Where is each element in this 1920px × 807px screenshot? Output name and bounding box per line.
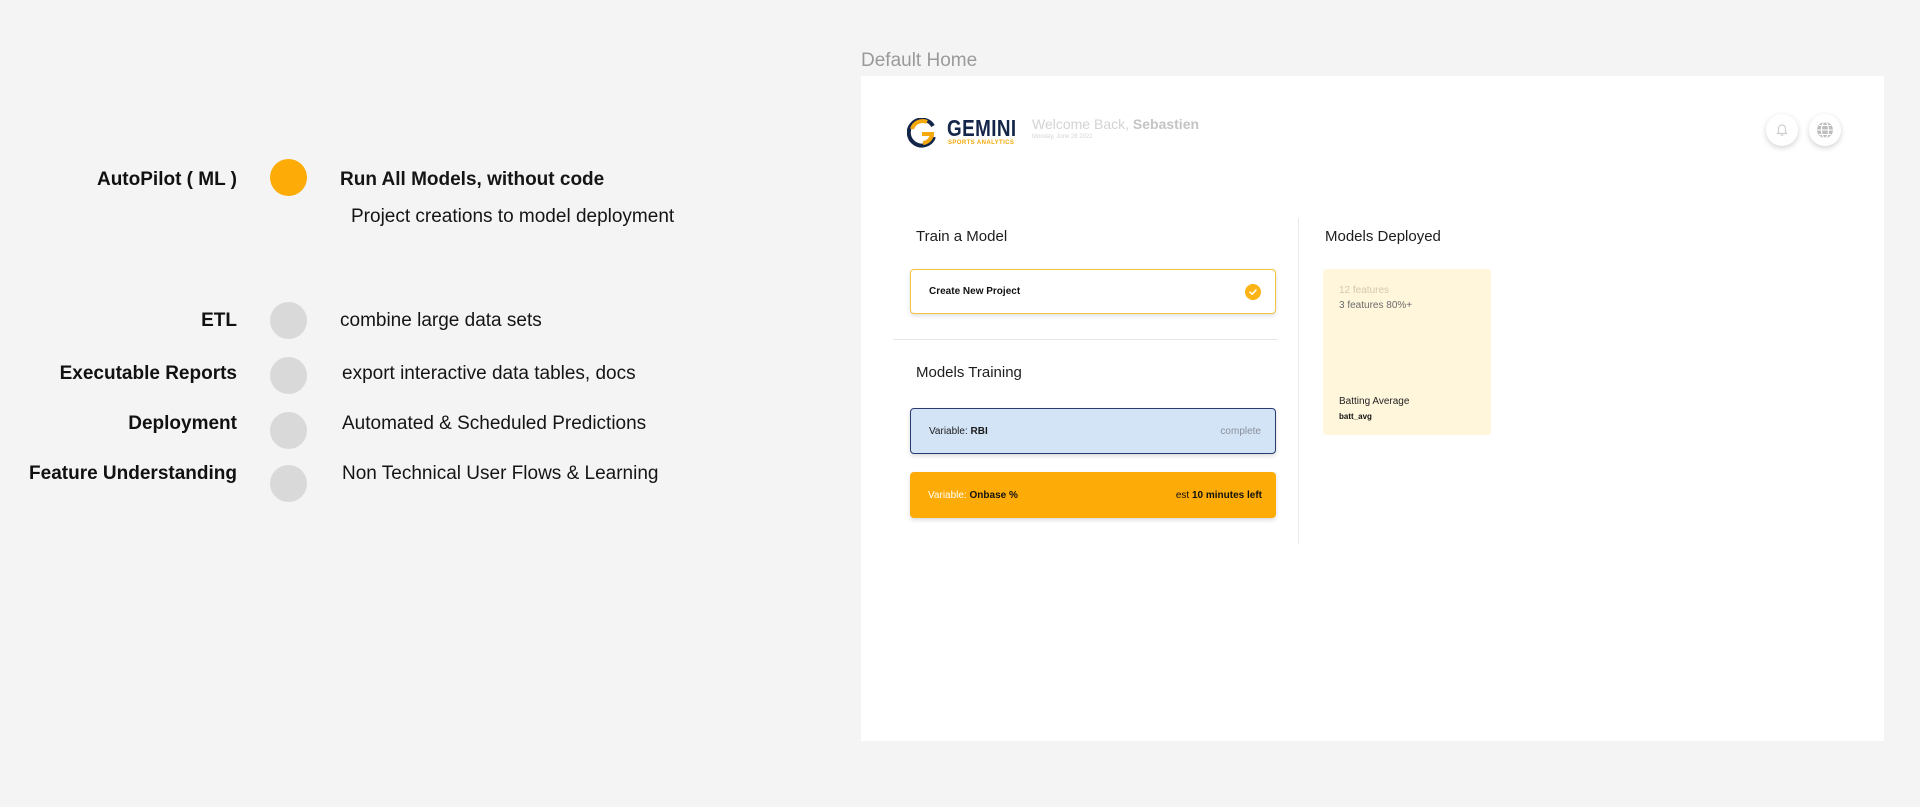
variable-name: Onbase % — [969, 489, 1018, 501]
feature-dot — [270, 302, 307, 339]
deployed-model-card[interactable]: 12 features 3 features 80%+ Batting Aver… — [1323, 269, 1491, 435]
feature-label-deployment: Deployment — [128, 413, 237, 434]
default-home-frame: GEMINI SPORTS ANALYTICS Welcome Back, Se… — [861, 76, 1884, 741]
create-project-label: Create New Project — [929, 286, 1021, 297]
gemini-logo-icon — [907, 118, 936, 148]
logo-wordmark: GEMINI — [947, 115, 1017, 141]
deployed-metric: Batting Average — [1339, 396, 1410, 407]
welcome-message: Welcome Back, Sebastien — [1032, 116, 1199, 132]
frame-title: Default Home — [861, 50, 978, 71]
globe-icon — [1817, 121, 1833, 139]
training-model-card[interactable]: Variable: Onbase % est 10 minutes left — [910, 472, 1276, 518]
feature-importance: 3 features 80%+ — [1339, 300, 1413, 311]
feature-subdesc-autopilot: Project creations to model deployment — [351, 206, 675, 227]
variable-prefix: Variable: — [929, 425, 971, 437]
feature-dot — [270, 412, 307, 449]
feature-desc-deployment: Automated & Scheduled Predictions — [342, 413, 647, 434]
feature-dot — [270, 465, 307, 502]
train-model-title: Train a Model — [916, 228, 1008, 245]
check-icon — [1245, 283, 1261, 300]
model-variable: Variable: Onbase % — [928, 490, 1018, 501]
feature-desc-feature-understanding: Non Technical User Flows & Learning — [342, 463, 659, 484]
feature-label-autopilot: AutoPilot ( ML ) — [96, 169, 237, 190]
models-training-title: Models Training — [916, 364, 1022, 381]
user-name: Sebastien — [1132, 116, 1200, 132]
feature-label-feature-understanding: Feature Understanding — [29, 463, 237, 484]
feature-dot — [270, 357, 307, 394]
feature-count: 12 features — [1339, 285, 1390, 296]
create-new-project-button[interactable]: Create New Project — [910, 269, 1276, 314]
feature-desc-etl: combine large data sets — [340, 310, 542, 331]
training-model-card[interactable]: Variable: RBI complete — [910, 408, 1276, 454]
eta-prefix: est — [1175, 489, 1192, 501]
feature-label-executable-reports: Executable Reports — [59, 363, 237, 384]
section-divider — [893, 339, 1278, 340]
notifications-button[interactable] — [1766, 114, 1798, 146]
language-button[interactable] — [1809, 114, 1841, 146]
models-deployed-title: Models Deployed — [1325, 228, 1441, 245]
training-status: complete — [1220, 425, 1261, 437]
logo-subtitle: SPORTS ANALYTICS — [948, 140, 1015, 146]
feature-label-etl: ETL — [201, 310, 237, 331]
training-eta: est 10 minutes left — [1176, 490, 1262, 501]
gemini-logo[interactable]: GEMINI SPORTS ANALYTICS — [907, 115, 1016, 149]
variable-prefix: Variable: — [928, 489, 970, 501]
feature-desc-executable-reports: export interactive data tables, docs — [342, 363, 636, 384]
deployed-variable: batt_avg — [1339, 412, 1372, 421]
feature-dot-active — [270, 159, 307, 196]
column-divider — [1298, 218, 1299, 544]
notification-bell-icon — [1776, 124, 1788, 136]
model-variable: Variable: RBI — [929, 426, 988, 437]
variable-name: RBI — [970, 425, 988, 437]
current-date: Monday, June 28 2021 — [1032, 134, 1093, 140]
eta-value: 10 minutes left — [1191, 489, 1262, 501]
feature-desc-autopilot: Run All Models, without code — [340, 169, 605, 190]
welcome-prefix: Welcome Back, — [1032, 116, 1133, 132]
